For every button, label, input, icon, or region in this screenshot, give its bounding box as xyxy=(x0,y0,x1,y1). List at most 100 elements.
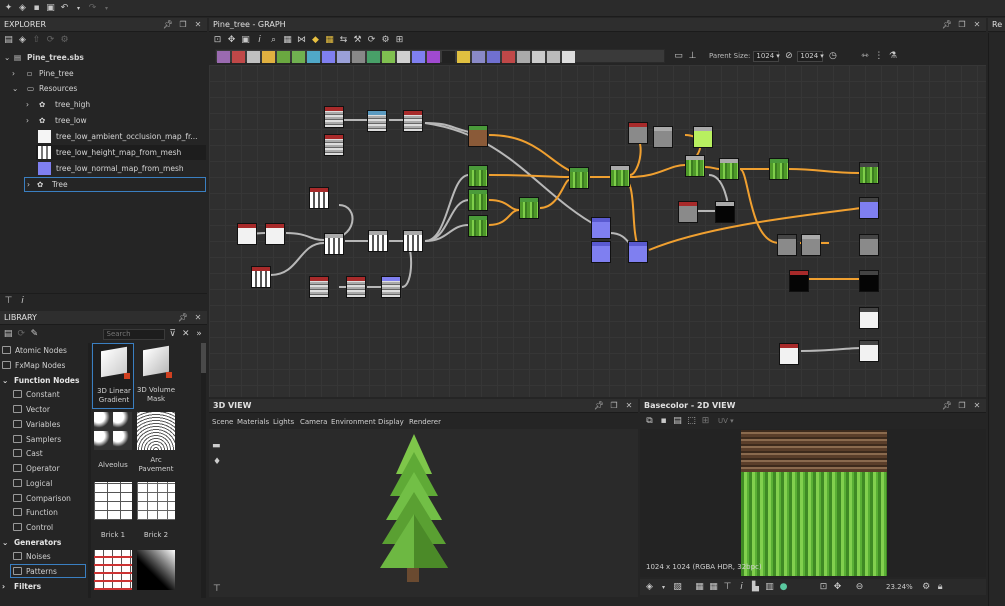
fit-icon[interactable]: ⊡ xyxy=(818,582,829,593)
graph-node[interactable] xyxy=(237,223,257,245)
tree-item-bitmap[interactable]: tree_low_height_map_from_mesh xyxy=(36,145,206,160)
palette-fx-icon[interactable] xyxy=(427,51,440,63)
save-all-icon[interactable]: ▣ xyxy=(45,3,56,14)
library-search-input[interactable] xyxy=(102,328,165,340)
category-noises[interactable]: Noises xyxy=(0,549,88,563)
python-icon[interactable]: ◆ xyxy=(310,35,321,46)
category-atomic-nodes[interactable]: Atomic Nodes xyxy=(0,343,88,357)
view3d-viewport[interactable]: ▬ ♦ ⊤ xyxy=(209,429,638,597)
lock-icon[interactable]: 🔒︎ xyxy=(935,582,946,593)
chevron-right-icon[interactable]: › xyxy=(12,69,27,78)
palette-color-icon[interactable] xyxy=(247,51,260,63)
dropdown-icon[interactable]: ▾ xyxy=(658,582,669,593)
search-icon[interactable]: ⌕ xyxy=(268,35,279,46)
layers-stack-icon[interactable]: ◈ xyxy=(644,582,655,593)
spline-icon[interactable]: ⇿ xyxy=(859,51,870,62)
view-mode-icon[interactable]: ▤ xyxy=(3,329,13,340)
graph-node[interactable] xyxy=(309,187,329,209)
palette-input-icon[interactable] xyxy=(517,51,530,63)
chevron-down-icon[interactable]: ⌄ xyxy=(4,53,14,62)
menu-scene[interactable]: Scene xyxy=(212,418,233,426)
palette-curve-icon[interactable] xyxy=(277,51,290,63)
thumb-brick-1[interactable]: Brick 1 xyxy=(92,482,134,542)
info-icon[interactable]: i xyxy=(17,295,28,306)
open-package-icon[interactable]: ◈ xyxy=(17,35,28,46)
tree-item-folder[interactable]: ⌄ ▭ Resources xyxy=(12,81,77,96)
chevron-down-icon[interactable]: ⌄ xyxy=(12,84,27,93)
hierarchy-icon[interactable]: ⊤ xyxy=(722,582,733,593)
category-patterns[interactable]: Patterns xyxy=(10,564,86,578)
graph-node[interactable] xyxy=(715,201,735,223)
chevron-right-icon[interactable]: › xyxy=(26,100,39,109)
category-logical[interactable]: Logical xyxy=(0,476,88,490)
category-function[interactable]: Function xyxy=(0,505,88,519)
graph-node[interactable] xyxy=(403,230,423,252)
menu-environment[interactable]: Environment xyxy=(331,418,376,426)
category-function-nodes[interactable]: ⌄ Function Nodes xyxy=(0,373,88,387)
color-picker-icon[interactable]: ● xyxy=(778,582,789,593)
palette-transform-icon[interactable] xyxy=(307,51,320,63)
category-samplers[interactable]: Samplers xyxy=(0,432,88,446)
palette-svg-icon[interactable] xyxy=(232,51,245,63)
zoom-out-icon[interactable]: ⊖ xyxy=(854,582,865,593)
graph-node[interactable] xyxy=(789,270,809,292)
camera-icon[interactable]: ▬ xyxy=(212,441,221,451)
info-icon[interactable]: i xyxy=(736,582,747,593)
category-generators[interactable]: ⌄ Generators xyxy=(0,535,88,549)
tools-icon[interactable]: ⚙ xyxy=(380,35,391,46)
tree-item-graph[interactable]: › ▫ Pine_tree xyxy=(12,66,74,81)
open-icon[interactable]: ◈ xyxy=(17,3,28,14)
edit-icon[interactable]: ✎ xyxy=(29,329,39,340)
graph-node[interactable] xyxy=(859,307,879,329)
thumb-3d-linear-gradient[interactable]: 3D Linear Gradient xyxy=(92,343,134,409)
parent-size-select[interactable]: 1024 ▾ xyxy=(753,50,780,62)
palette-output-icon[interactable] xyxy=(442,51,455,63)
clipboard-icon[interactable]: ▤ xyxy=(672,416,683,427)
float-icon[interactable]: ❐ xyxy=(956,400,968,412)
graph-node[interactable] xyxy=(779,343,799,365)
category-cast[interactable]: Cast xyxy=(0,446,88,460)
graph-node[interactable] xyxy=(519,197,539,219)
palette-uniform-icon[interactable] xyxy=(382,51,395,63)
refresh-icon[interactable]: ⟳ xyxy=(16,329,26,340)
align-icon[interactable]: ▦ xyxy=(282,35,293,46)
undo-icon[interactable]: ↶ xyxy=(59,3,70,14)
graph-node[interactable] xyxy=(693,126,713,148)
category-variables[interactable]: Variables xyxy=(0,417,88,431)
graph-node[interactable] xyxy=(324,233,344,255)
library-scrollbar-right[interactable] xyxy=(201,343,206,598)
copy-icon[interactable]: ⧉ xyxy=(644,416,655,427)
package-options-icon[interactable]: ⚙ xyxy=(59,35,70,46)
graph-node[interactable] xyxy=(719,158,739,180)
thumb-gradient[interactable] xyxy=(137,550,175,590)
palette-blend-icon[interactable] xyxy=(352,51,365,63)
category-vector[interactable]: Vector xyxy=(0,402,88,416)
graph-node[interactable] xyxy=(610,165,630,187)
float-icon[interactable]: ❐ xyxy=(608,400,620,412)
tree-item-bitmap[interactable]: tree_low_ambient_occlusion_map_fr... xyxy=(38,129,198,144)
tree-item-package[interactable]: ⌄ ▤ Pine_tree.sbs xyxy=(4,50,84,65)
category-constant[interactable]: Constant xyxy=(0,387,88,401)
palette-gradient-icon[interactable] xyxy=(262,51,275,63)
pan-icon[interactable]: ✥ xyxy=(832,582,843,593)
redo-icon[interactable]: ↷ xyxy=(87,3,98,14)
graph-node[interactable] xyxy=(591,217,611,239)
grid-icon[interactable]: ▦ xyxy=(324,35,335,46)
redo-dropdown-icon[interactable]: ▾ xyxy=(101,3,112,14)
tree-item-mesh-selected[interactable]: › ✿ Tree xyxy=(24,177,206,192)
palette-hsl-icon[interactable] xyxy=(397,51,410,63)
move-icon[interactable]: ✥ xyxy=(226,35,237,46)
graph-node[interactable] xyxy=(859,270,879,292)
graph-node[interactable] xyxy=(251,266,271,288)
palette-levels-icon[interactable] xyxy=(292,51,305,63)
category-control[interactable]: Control xyxy=(0,520,88,534)
close-search-icon[interactable]: ✕ xyxy=(181,329,191,340)
graph-node[interactable] xyxy=(628,241,648,263)
chain-icon[interactable]: ⋮ xyxy=(873,51,884,62)
tree-item-mesh[interactable]: › ✿ tree_low xyxy=(26,113,87,128)
comment-icon[interactable]: ▭ xyxy=(673,51,684,62)
publish-icon[interactable]: ⇧ xyxy=(31,35,42,46)
settings-graph-icon[interactable]: ⚗ xyxy=(887,51,898,62)
float-icon[interactable]: ❐ xyxy=(177,19,189,31)
rgba-icon[interactable]: ▦ xyxy=(694,582,705,593)
